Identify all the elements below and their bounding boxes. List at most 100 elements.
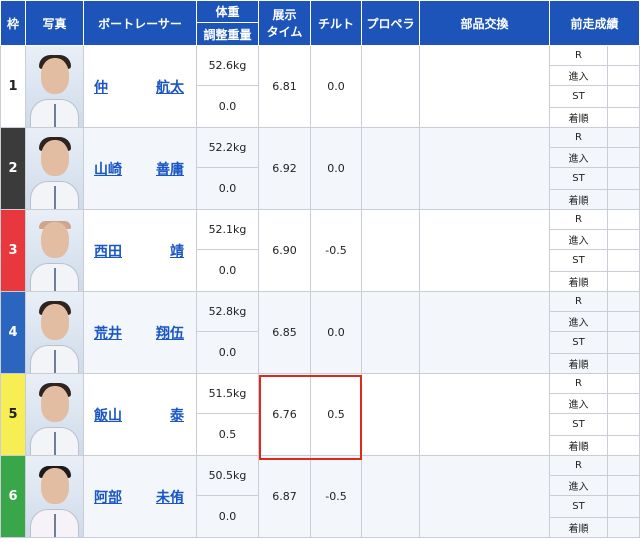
racer-photo [26,292,83,373]
racer-row: 5 飯山 泰 51.5kg 6.76 0.5 R [0,373,640,456]
prev-result-label: 着順 [549,353,608,374]
tilt: 0.0 [310,127,362,210]
racer-name-cell: 荒井 翔伍 [83,291,197,374]
prev-result-value [606,229,640,250]
prev-result-value [606,475,640,496]
racer-photo-cell [25,455,84,538]
racer-surname: 山崎 [94,161,122,178]
prev-result-label: 進入 [549,229,608,250]
adjust-weight: 0.0 [196,249,259,292]
adjust-weight: 0.0 [196,495,259,538]
racer-surname: 飯山 [94,407,122,424]
weight: 52.2kg [196,127,259,168]
prev-result-value [606,353,640,374]
parts-exchange [419,291,550,374]
prev-result-value [606,291,640,312]
entry-table: 枠 写真 ボートレーサー 体重 展示 タイム チルト プロペラ 部品交換 前走成… [0,0,640,538]
propeller [361,209,420,292]
propeller [361,45,420,128]
tilt: -0.5 [310,455,362,538]
racer-name-link[interactable]: 荒井 翔伍 [84,323,196,343]
prev-result-label: 着順 [549,517,608,538]
racer-name-cell: 飯山 泰 [83,373,197,456]
exhibit-time: 6.87 [258,455,311,538]
prev-result-label: ST [549,85,608,108]
prev-result-label: ST [549,249,608,272]
racer-row: 3 西田 靖 52.1kg 6.90 -0.5 R [0,209,640,292]
lane-number-text: 6 [8,489,18,504]
header-lane: 枠 [0,0,26,46]
prev-result-label: 着順 [549,107,608,128]
racer-name-link[interactable]: 阿部 未侑 [84,487,196,507]
racer-given-name: 翔伍 [156,325,184,342]
prev-result-value [606,393,640,414]
lane-number: 3 [0,209,26,292]
racer-row: 4 荒井 翔伍 52.8kg 6.85 0.0 R [0,291,640,374]
racer-name-cell: 山崎 善庸 [83,127,197,210]
racer-photo-cell [25,291,84,374]
prev-result-value [606,189,640,210]
race-entry-sheet: { "headers": { "lane": "枠", "photo": "写真… [0,0,640,542]
adjust-weight: 0.5 [196,413,259,456]
exhibit-time: 6.92 [258,127,311,210]
prev-result-label: ST [549,331,608,354]
header-weight: 体重 [196,0,259,23]
racer-photo [26,46,83,127]
prev-result-value [606,65,640,86]
exhibit-time: 6.76 [258,373,311,456]
prev-result-label: 進入 [549,65,608,86]
prev-result-label: R [549,127,608,148]
racer-photo [26,374,83,455]
prev-result-value [606,127,640,148]
racer-given-name: 靖 [170,243,184,260]
prev-result-value [606,413,640,436]
lane-number-text: 2 [8,161,18,176]
tilt: 0.0 [310,45,362,128]
prev-result-value [606,373,640,394]
exhibit-time: 6.90 [258,209,311,292]
prev-result-label: ST [549,413,608,436]
header-exhibit-time-line2: タイム [266,25,303,39]
adjust-weight: 0.0 [196,331,259,374]
racer-photo-cell [25,373,84,456]
prev-result-label: R [549,455,608,476]
racer-given-name: 泰 [170,407,184,424]
tilt: -0.5 [310,209,362,292]
prev-result-value [606,331,640,354]
prev-result-label: 進入 [549,475,608,496]
prev-result-label: R [549,373,608,394]
parts-exchange [419,209,550,292]
racer-name-link[interactable]: 山崎 善庸 [84,159,196,179]
lane-number: 5 [0,373,26,456]
header-racer: ボートレーサー [83,0,197,46]
racer-name-link[interactable]: 飯山 泰 [84,405,196,425]
propeller [361,291,420,374]
prev-result-label: R [549,45,608,66]
lane-number: 6 [0,455,26,538]
parts-exchange [419,127,550,210]
header-adjust-weight: 調整重量 [196,22,259,46]
racer-name-link[interactable]: 西田 靖 [84,241,196,261]
prev-result-value [606,209,640,230]
prev-result-value [606,271,640,292]
racer-name-link[interactable]: 仲 航太 [84,77,196,97]
prev-result-label: ST [549,495,608,518]
prev-result-label: ST [549,167,608,190]
racer-name-cell: 西田 靖 [83,209,197,292]
racer-name-cell: 阿部 未侑 [83,455,197,538]
racer-photo-cell [25,209,84,292]
prev-result-value [606,249,640,272]
prev-result-value [606,85,640,108]
prev-result-label: R [549,209,608,230]
parts-exchange [419,373,550,456]
prev-result-label: 進入 [549,393,608,414]
racer-photo-cell [25,45,84,128]
prev-result-label: R [549,291,608,312]
racer-row: 2 山崎 善庸 52.2kg 6.92 0.0 R [0,127,640,210]
weight: 51.5kg [196,373,259,414]
propeller [361,455,420,538]
racer-name-cell: 仲 航太 [83,45,197,128]
header-prev-results: 前走成績 [548,0,640,46]
header-exhibit-time: 展示 タイム [258,0,311,46]
prev-result-value [606,311,640,332]
